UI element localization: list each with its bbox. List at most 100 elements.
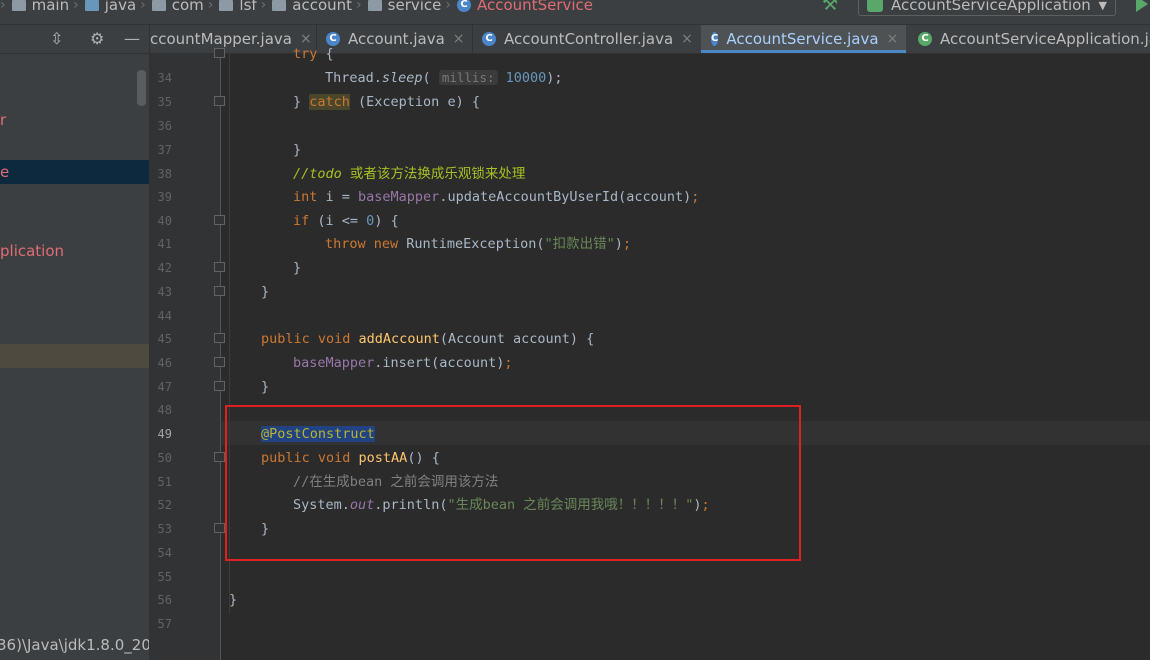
line-number: 42: [157, 261, 172, 275]
code-line-33: try {: [293, 46, 334, 62]
line-number: 54: [157, 546, 172, 560]
tab-accountservice[interactable]: C AccountService.java ×: [701, 25, 906, 53]
line-number: 38: [157, 167, 172, 181]
line-number: 46: [157, 356, 172, 370]
jdk-path-label: 36)\Java\jdk1.8.0_201: [0, 636, 150, 654]
close-icon[interactable]: ×: [887, 31, 899, 47]
fold-marker-icon[interactable]: [214, 262, 225, 272]
project-tree-item[interactable]: r: [0, 108, 149, 132]
fold-marker-icon[interactable]: [214, 333, 225, 343]
code-line-35: } catch (Exception e) {: [293, 94, 480, 110]
tab-label: Account.java: [348, 30, 445, 48]
line-number: 37: [157, 143, 172, 157]
run-configuration-label: AccountServiceApplication: [891, 0, 1091, 14]
folder-icon: [84, 0, 99, 11]
line-number: 45: [157, 332, 172, 346]
line-number: 57: [157, 617, 172, 631]
gear-icon[interactable]: ⚙: [90, 29, 104, 48]
line-number: 39: [157, 190, 172, 204]
code-line-37: }: [293, 142, 302, 158]
hide-panel-icon[interactable]: —: [124, 29, 140, 48]
project-tree-item[interactable]: plication: [0, 239, 149, 263]
fold-marker-icon[interactable]: [214, 215, 225, 225]
line-number: 34: [157, 71, 172, 85]
tree-item-label: e: [0, 163, 10, 181]
breadcrumb-separator-icon: ›: [356, 0, 362, 13]
code-line-56: }: [229, 592, 238, 608]
package-icon: [367, 0, 382, 11]
line-number: 50: [157, 451, 172, 465]
build-hammer-icon[interactable]: ⚒: [822, 0, 838, 15]
line-number: 35: [157, 95, 172, 109]
breadcrumb-accountservice[interactable]: › C AccountService: [441, 0, 593, 14]
line-number: 41: [157, 237, 172, 251]
breadcrumb-com[interactable]: › com: [136, 0, 204, 14]
fold-marker-icon[interactable]: [214, 286, 225, 296]
breadcrumb-label: com: [171, 0, 204, 14]
highlight-annotation-box: [225, 405, 801, 561]
breadcrumb-separator-icon: ›: [0, 0, 6, 13]
breadcrumb-label: service: [387, 0, 442, 14]
line-number: 44: [157, 309, 172, 323]
class-icon: C: [482, 32, 496, 46]
tab-accountserviceapplication[interactable]: C AccountServiceApplication.java: [918, 25, 1150, 53]
line-number: 52: [157, 498, 172, 512]
line-number: 55: [157, 570, 172, 584]
tab-label: AccountController.java: [504, 30, 674, 48]
package-icon: [151, 0, 166, 11]
fold-marker-icon[interactable]: [214, 96, 225, 106]
breadcrumb-service[interactable]: › service: [352, 0, 441, 14]
tab-accountcontroller[interactable]: C AccountController.java ×: [482, 25, 693, 53]
line-number: 53: [157, 522, 172, 536]
line-number: 48: [157, 403, 172, 417]
code-line-46: baseMapper.insert(account);: [293, 355, 513, 371]
project-scrollbar[interactable]: [137, 70, 146, 106]
project-tree-item[interactable]: [0, 344, 149, 368]
breadcrumb-label: main: [31, 0, 70, 14]
fold-marker-icon[interactable]: [214, 48, 225, 58]
folder-icon: [11, 0, 26, 11]
run-configuration-select[interactable]: AccountServiceApplication ▼: [858, 0, 1116, 16]
breadcrumb-label: lsf: [239, 0, 257, 14]
close-icon[interactable]: ×: [453, 31, 465, 47]
spring-boot-icon: [867, 0, 883, 12]
line-number: 51: [157, 475, 172, 489]
code-line-39: int i = baseMapper.updateAccountByUserId…: [293, 189, 700, 205]
breadcrumb-account[interactable]: › account: [257, 0, 352, 14]
tab-label: ccountMapper.java: [150, 30, 292, 48]
breadcrumb-java[interactable]: › java: [69, 0, 136, 14]
tree-item-label: r: [0, 111, 7, 129]
code-line-42: }: [293, 260, 302, 276]
breadcrumb-separator-icon: ›: [207, 0, 214, 13]
close-icon[interactable]: ×: [681, 31, 693, 47]
tab-label: AccountServiceApplication.java: [940, 30, 1150, 48]
tree-item-label: plication: [0, 242, 65, 260]
breadcrumb-label: account: [292, 0, 353, 14]
fold-marker-icon[interactable]: [214, 523, 225, 533]
tab-accountmapper[interactable]: ccountMapper.java ×: [150, 25, 312, 53]
code-line-38: //todo 或者该方法换成乐观锁来处理: [293, 166, 526, 182]
breadcrumb-separator-icon: ›: [445, 0, 451, 13]
collapse-all-icon[interactable]: ⇳: [50, 29, 63, 48]
code-line-34: Thread.sleep( millis: 10000);: [325, 70, 563, 86]
code-line-43: }: [261, 284, 270, 300]
line-number: 36: [157, 119, 172, 133]
package-icon: [219, 0, 234, 11]
run-icon[interactable]: [1136, 0, 1148, 12]
line-number: 43: [157, 285, 172, 299]
package-icon: [272, 0, 287, 11]
fold-marker-icon[interactable]: [214, 452, 225, 462]
breadcrumb-main[interactable]: › main: [0, 0, 69, 14]
fold-marker-icon[interactable]: [214, 381, 225, 391]
tab-divider: [472, 25, 473, 53]
project-tree-item-selected[interactable]: e: [0, 160, 149, 184]
fold-marker-icon[interactable]: [214, 357, 225, 367]
dropdown-arrow-icon: ▼: [1098, 0, 1107, 12]
line-number: 40: [157, 214, 172, 228]
breadcrumb-separator-icon: ›: [73, 0, 79, 13]
breadcrumb-lsf[interactable]: › lsf: [204, 0, 257, 14]
code-line-47: }: [261, 379, 270, 395]
line-number: 56: [157, 593, 172, 607]
tab-account[interactable]: C Account.java ×: [326, 25, 465, 53]
class-icon: C: [457, 0, 471, 12]
